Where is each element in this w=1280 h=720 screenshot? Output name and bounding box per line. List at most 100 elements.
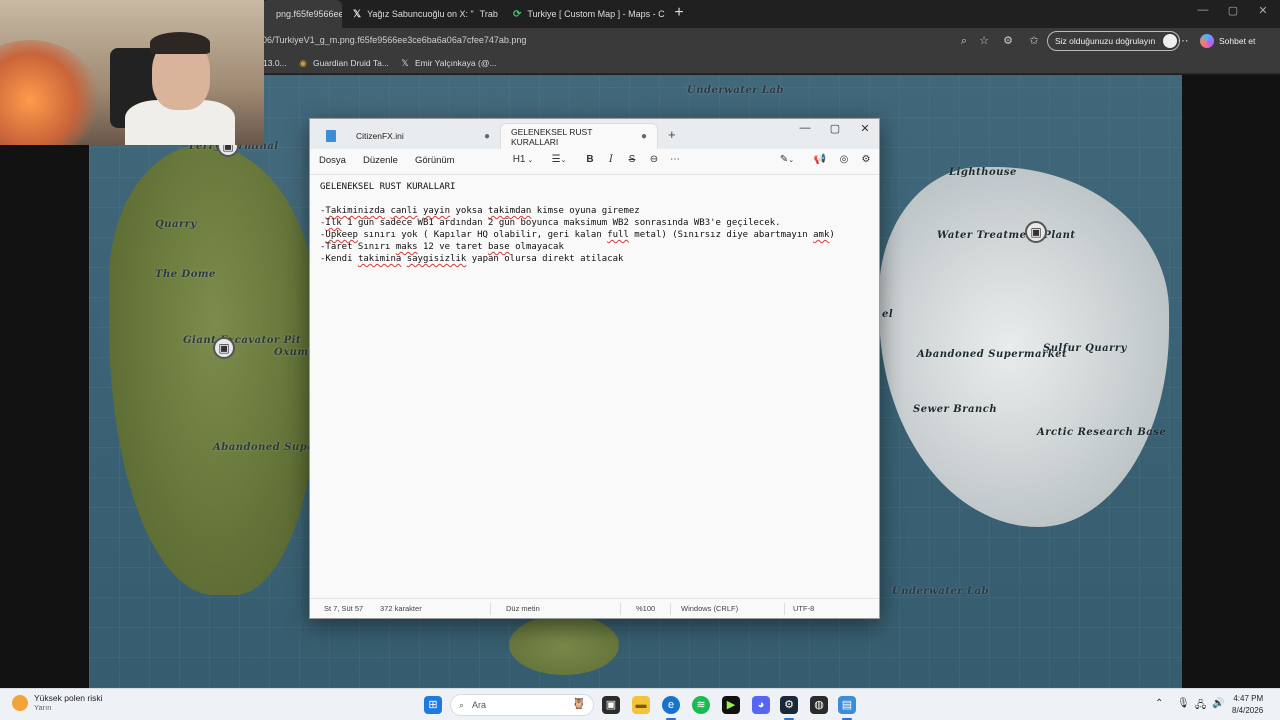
text-line-blank xyxy=(320,193,870,205)
search-icon: ⌕ xyxy=(459,699,465,710)
favorites-icon[interactable]: ✩ xyxy=(1026,33,1042,49)
notepad-editor[interactable]: GELENEKSEL RUST KURALLARI -Takiminizda c… xyxy=(320,181,870,593)
clock-time: 4:47 PM xyxy=(1233,694,1264,703)
start-windows-icon[interactable]: ⊞ xyxy=(424,696,442,714)
status-divider xyxy=(490,603,491,615)
text-line-rule-4: -Taret Sınırı maks 12 ve taret base olma… xyxy=(320,242,564,252)
menu-edit[interactable]: Düzenle xyxy=(363,155,398,166)
more-options-icon[interactable]: ⋯ xyxy=(1175,33,1191,49)
unsaved-dot-icon[interactable]: ● xyxy=(641,131,647,142)
map-label: Underwater Lab xyxy=(687,85,784,96)
lamp-glow xyxy=(0,40,100,145)
search-highlight-icon[interactable]: 🦉 xyxy=(570,695,588,713)
notepad-icon[interactable]: ▤ xyxy=(838,696,856,714)
app-icon[interactable]: ◍ xyxy=(810,696,828,714)
character-count: 372 karakter xyxy=(380,604,422,613)
cursor-position: St 7, Süt 57 xyxy=(324,604,364,613)
new-tab-button[interactable]: + xyxy=(670,4,688,22)
edge-browser-icon[interactable]: e xyxy=(662,696,680,714)
map-label: Sulfur Quarry xyxy=(1043,343,1127,354)
zoom-icon[interactable]: ⌕ xyxy=(956,33,972,49)
menu-file[interactable]: Dosya xyxy=(319,155,346,166)
menu-view[interactable]: Görünüm xyxy=(415,155,455,166)
line-ending[interactable]: Windows (CRLF) xyxy=(681,604,738,613)
zoom-level[interactable]: %100 xyxy=(636,604,655,613)
map-label: Water Treatment Plant xyxy=(937,230,1076,241)
minimize-icon[interactable]: — xyxy=(1188,4,1218,16)
train-station-icon: ▣ xyxy=(1025,221,1047,243)
bold-icon[interactable]: B xyxy=(582,154,598,165)
notepad-window: CitizenFX.ini ● GELENEKSEL RUST KURALLAR… xyxy=(309,118,880,619)
notepad-file-icon xyxy=(326,130,336,142)
link-icon[interactable]: ⊖ xyxy=(646,154,662,165)
discord-icon[interactable]: ◕ xyxy=(752,696,770,714)
browser-tab-rustmaps[interactable]: ⟳ Turkiye [ Custom Map ] - Maps - C ✕ xyxy=(505,0,665,28)
microphone-icon[interactable]: 🎙 xyxy=(1177,698,1190,709)
rust-maps-icon: ⟳ xyxy=(513,8,522,20)
notepad-tab-rules[interactable]: GELENEKSEL RUST KURALLARI ● xyxy=(500,123,658,149)
announcement-icon[interactable]: 📢 xyxy=(812,154,828,165)
weather-title: Yüksek polen riski xyxy=(34,693,103,703)
favorite-label: Emir Yalçınkaya (@... xyxy=(415,58,497,68)
encoding[interactable]: UTF-8 xyxy=(793,604,814,613)
tray-overflow-icon[interactable]: ⌃ xyxy=(1155,698,1163,709)
small-island xyxy=(509,615,619,675)
terminal-app-icon[interactable]: ▶ xyxy=(722,696,740,714)
weather-subtitle: Yarın xyxy=(34,703,52,712)
account-icon[interactable]: ◎ xyxy=(836,154,852,165)
text-line-rule-3: -Upkeep sınırı yok ( Kapılar HQ olabilir… xyxy=(320,230,835,240)
weather-widget[interactable]: Yüksek polen riski Yarın xyxy=(12,693,103,712)
map-label: Quarry xyxy=(155,219,197,230)
favorite-star-icon[interactable]: ☆ xyxy=(976,33,992,49)
map-label: Arctic Research Base xyxy=(1037,427,1167,438)
steam-icon[interactable]: ⚙ xyxy=(780,696,798,714)
favorite-item[interactable]: 𝕏 Emir Yalçınkaya (@... xyxy=(400,58,497,68)
file-explorer-icon[interactable]: ▬ xyxy=(632,696,650,714)
task-view-icon[interactable]: ▣ xyxy=(602,696,620,714)
sign-in-button[interactable]: Siz olduğunuzu doğrulayın xyxy=(1047,31,1181,51)
tab-title: Yağız Sabuncuoğlu on X: " xyxy=(367,9,474,19)
settings-gear-icon[interactable]: ⚙ xyxy=(858,154,874,165)
network-icon[interactable]: 🖧 xyxy=(1195,698,1206,715)
extensions-icon[interactable]: ⚙ xyxy=(1000,33,1016,49)
status-divider xyxy=(670,603,671,615)
more-formatting-icon[interactable]: ⋯ xyxy=(667,154,683,165)
text-line-rule-2: -Ilk 1 gün sadece WB1 ardından 2 gün boy… xyxy=(320,218,781,228)
favorite-item[interactable]: ◉ Guardian Druid Ta... xyxy=(298,58,389,68)
tab-title: png.f65fe9566ee3... xyxy=(276,9,342,19)
map-label: Underwater Lab xyxy=(892,586,989,597)
notepad-tab-label: GELENEKSEL RUST KURALLARI xyxy=(511,126,593,147)
maximize-icon[interactable]: ▢ xyxy=(1218,4,1248,17)
map-label: The Dome xyxy=(155,269,216,280)
rewrite-icon[interactable]: ✎⌄ xyxy=(776,154,798,165)
strikethrough-icon[interactable]: S xyxy=(624,154,640,165)
map-label: Lighthouse xyxy=(949,167,1017,178)
taskbar: Yüksek polen riski Yarın ⊞ ⌕ Ara 🦉 ▣ ▬ e… xyxy=(0,688,1280,720)
new-note-tab-button[interactable]: + xyxy=(668,127,676,142)
list-dropdown-icon[interactable]: ☰⌄ xyxy=(548,154,570,165)
browser-tab-image[interactable]: png.f65fe9566ee3... ✕ xyxy=(262,0,342,28)
text-line-rule-1: -Takiminizda canli yayin yoksa takimdan … xyxy=(320,206,640,216)
clock[interactable]: 4:47 PM 8/4/2026 xyxy=(1232,693,1263,717)
tab-title: Turkiye [ Custom Map ] - Maps - C xyxy=(527,9,665,19)
notepad-minimize-icon[interactable]: — xyxy=(790,122,820,134)
green-island xyxy=(109,145,319,595)
notepad-tab-label: CitizenFX.ini xyxy=(356,131,404,141)
unsaved-dot-icon[interactable]: ● xyxy=(484,131,490,142)
heading-dropdown[interactable]: H1 ⌄ xyxy=(510,154,536,165)
notepad-tab-bar: CitizenFX.ini ● GELENEKSEL RUST KURALLAR… xyxy=(310,119,879,149)
webcam-overlay xyxy=(0,0,264,145)
copilot-button[interactable]: Sohbet et xyxy=(1200,34,1255,48)
notepad-maximize-icon[interactable]: ▢ xyxy=(820,122,850,135)
browser-tab-x[interactable]: 𝕏 Yağız Sabuncuoğlu on X: " Trab ✕ xyxy=(345,0,503,28)
close-window-icon[interactable]: ✕ xyxy=(1248,4,1278,17)
notepad-tab-citizenfx[interactable]: CitizenFX.ini ● xyxy=(316,123,500,149)
volume-icon[interactable]: 🔊 xyxy=(1212,698,1224,709)
favorite-item[interactable]: 13.0... xyxy=(263,58,287,68)
notepad-close-icon[interactable]: ✕ xyxy=(850,122,880,135)
italic-icon[interactable]: I xyxy=(603,154,619,165)
favorite-label: Guardian Druid Ta... xyxy=(313,58,389,68)
sign-in-label: Siz olduğunuzu doğrulayın xyxy=(1055,36,1156,46)
url-field[interactable]: 06/TurkiyeV1_g_m.png.f65fe9566ee3ce6ba6a… xyxy=(262,35,526,45)
spotify-icon[interactable]: ≋ xyxy=(692,696,710,714)
